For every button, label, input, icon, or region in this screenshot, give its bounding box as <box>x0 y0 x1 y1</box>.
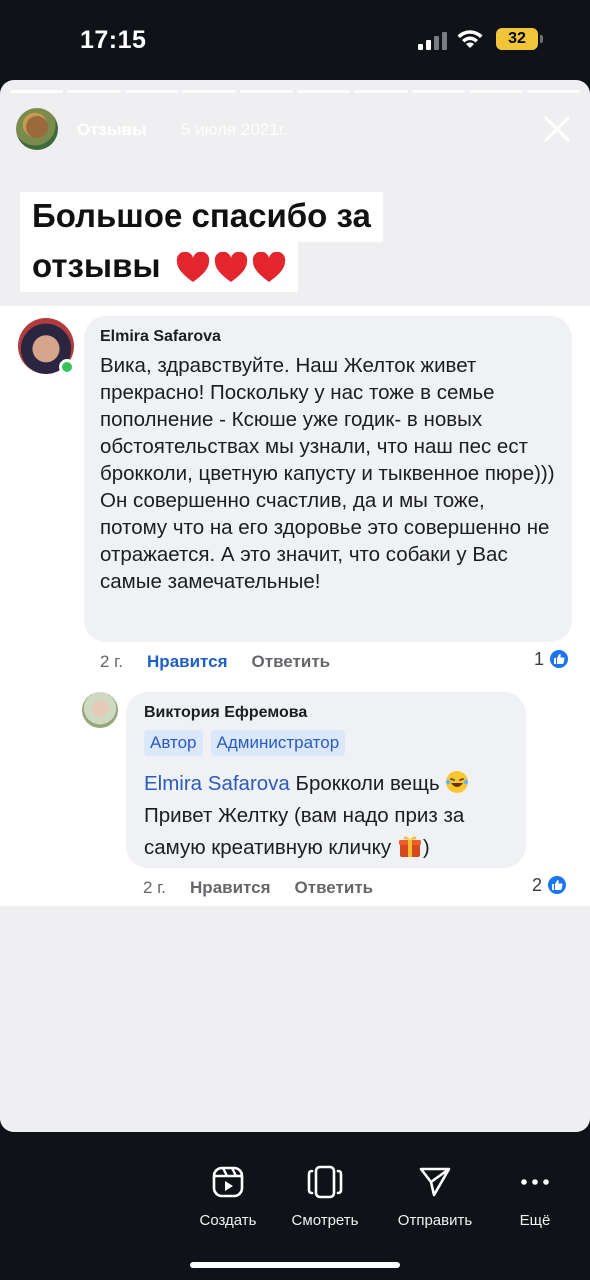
status-bar: 17:15 32 <box>0 0 590 80</box>
reply-meta: 2 г. Нравится Ответить <box>143 878 373 898</box>
reels-icon <box>212 1166 244 1198</box>
progress-segment <box>10 90 64 93</box>
like-count-value: 2 <box>532 874 543 895</box>
send-button[interactable]: Отправить <box>390 1162 480 1229</box>
progress-segment <box>297 90 351 93</box>
headline-line-2-text: отзывы <box>32 247 161 284</box>
cellular-signal-icon <box>418 32 447 50</box>
reply-text-part-1: Брокколи вещь <box>289 772 446 795</box>
reply-bubble: Виктория Ефремова Автор Администратор El… <box>126 692 526 868</box>
gift-emoji-icon <box>398 836 421 857</box>
progress-segment <box>354 90 408 93</box>
laughing-emoji-icon <box>446 771 469 793</box>
status-time: 17:15 <box>80 26 147 54</box>
create-label: Создать <box>199 1212 257 1229</box>
story-card[interactable]: Отзывы 5 июля 2021г. Большое спасибо за … <box>0 80 590 1132</box>
progress-segment <box>239 90 294 93</box>
close-icon[interactable] <box>540 112 574 146</box>
reply-button[interactable]: Ответить <box>295 878 374 898</box>
watch-button[interactable]: Смотреть <box>280 1162 370 1229</box>
progress-segment <box>526 90 581 93</box>
like-button[interactable]: Нравится <box>190 878 271 898</box>
badge-admin: Администратор <box>210 730 346 756</box>
headline-line-1: Большое спасибо за <box>20 192 383 242</box>
badge-author: Автор <box>144 730 203 756</box>
reply-button[interactable]: Ответить <box>252 652 331 672</box>
reply-author[interactable]: Виктория Ефремова <box>144 704 508 722</box>
story-action-bar: Создать Смотреть Отправить Ещё <box>0 1132 590 1280</box>
avatar[interactable] <box>82 692 118 728</box>
comment-author[interactable]: Elmira Safarova <box>100 328 556 346</box>
progress-segment <box>67 90 121 93</box>
wifi-icon <box>457 30 483 48</box>
like-count: 1 <box>534 648 571 670</box>
headline-line-2: отзывы <box>20 242 298 292</box>
thumbs-up-icon <box>548 648 571 670</box>
reply-text-part-3: ) <box>422 836 430 859</box>
create-button[interactable]: Создать <box>183 1162 273 1229</box>
like-count-value: 1 <box>534 648 545 669</box>
battery-icon: 32 <box>496 28 543 50</box>
reply-time: 2 г. <box>143 878 167 897</box>
story-background <box>0 906 590 1132</box>
comments-screenshot: Elmira Safarova Вика, здравствуйте. Наш … <box>0 306 590 906</box>
heart-icon <box>252 252 285 283</box>
comment-text: Вика, здравствуйте. Наш Желток живет пре… <box>100 354 555 593</box>
story-header: Отзывы 5 июля 2021г. <box>16 104 574 154</box>
like-button[interactable]: Нравится <box>147 652 228 672</box>
watch-icon <box>307 1165 343 1199</box>
mention-link[interactable]: Elmira Safarova <box>144 772 290 795</box>
thumbs-up-icon <box>546 874 569 896</box>
comment-bubble: Elmira Safarova Вика, здравствуйте. Наш … <box>84 316 572 642</box>
heart-icon <box>176 252 209 283</box>
author-badges: Автор Администратор <box>144 730 508 756</box>
story-headline: Большое спасибо за отзывы <box>20 192 383 292</box>
send-label: Отправить <box>397 1212 473 1229</box>
story-date: 5 июля 2021г. <box>181 120 288 139</box>
progress-segment <box>469 90 523 93</box>
progress-segment <box>411 90 466 93</box>
progress-segment <box>124 90 179 93</box>
more-icon <box>521 1179 549 1185</box>
reply-text: Elmira Safarova Брокколи вещь Привет Жел… <box>144 768 508 864</box>
more-label: Ещё <box>519 1212 551 1229</box>
online-status-icon <box>59 359 75 375</box>
story-progress <box>10 90 581 93</box>
progress-segment <box>182 90 236 93</box>
comment-time: 2 г. <box>100 652 124 671</box>
send-icon <box>419 1167 451 1197</box>
avatar[interactable] <box>18 318 75 375</box>
home-indicator[interactable] <box>190 1262 400 1268</box>
comment-meta: 2 г. Нравится Ответить <box>100 652 330 672</box>
story-author-name[interactable]: Отзывы <box>77 120 147 140</box>
heart-icon <box>214 252 247 283</box>
like-count: 2 <box>532 874 569 896</box>
hearts <box>176 252 286 284</box>
watch-label: Смотреть <box>291 1212 359 1229</box>
story-author-avatar[interactable] <box>16 108 58 150</box>
more-button[interactable]: Ещё <box>490 1162 580 1229</box>
